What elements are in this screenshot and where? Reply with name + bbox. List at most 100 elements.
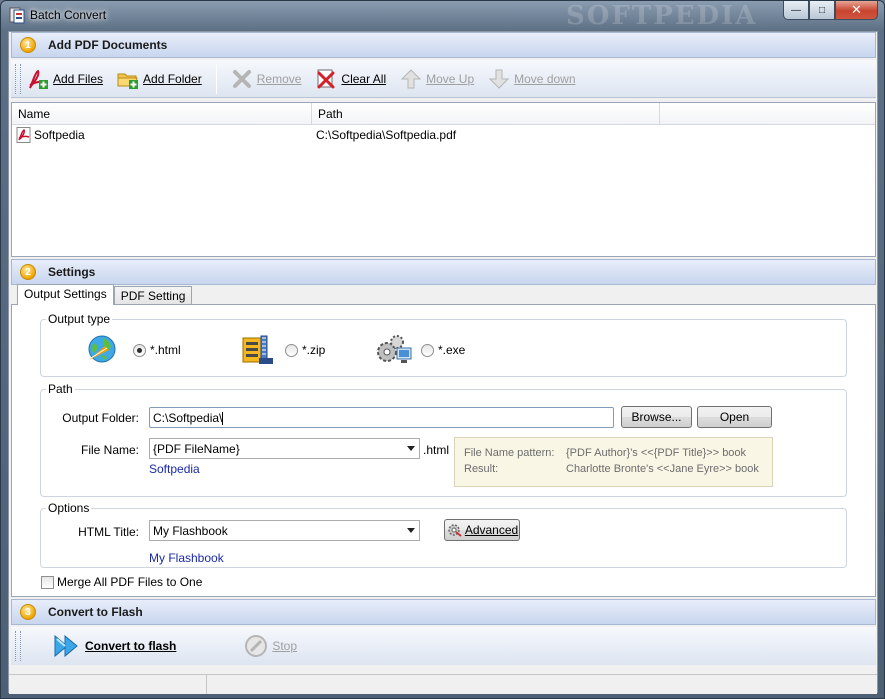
output-settings-panel: Output type *.html *.zip *.exe Path Outp… — [11, 304, 876, 597]
merge-checkbox[interactable]: Merge All PDF Files to One — [41, 575, 202, 589]
file-list[interactable]: Name Path Softpedia C:\Softpedia\Softped… — [11, 102, 876, 257]
status-pane — [9, 675, 207, 694]
section-settings-header: 2 Settings — [11, 259, 876, 285]
toolbar-grip[interactable] — [15, 631, 21, 661]
merge-checkbox-label: Merge All PDF Files to One — [57, 575, 203, 589]
file-name-select[interactable]: {PDF FileName} — [149, 438, 420, 459]
remove-label: Remove — [256, 71, 302, 86]
column-name[interactable]: Name — [12, 103, 312, 124]
radio-exe-label: *.exe — [438, 343, 466, 357]
file-name-label: File Name: — [80, 443, 139, 457]
minimize-icon: — — [791, 4, 801, 16]
move-down-button[interactable]: Move down — [482, 65, 581, 93]
add-files-button[interactable]: Add Files — [21, 65, 109, 93]
table-row[interactable]: Softpedia C:\Softpedia\Softpedia.pdf — [12, 125, 875, 145]
client-area: 1 Add PDF Documents Add Files Add Folder — [8, 31, 878, 694]
status-bar — [9, 674, 877, 694]
column-path[interactable]: Path — [312, 103, 660, 124]
section-title: Add PDF Documents — [48, 38, 168, 52]
chevron-down-icon[interactable] — [407, 446, 415, 451]
section-title: Settings — [48, 265, 96, 279]
advanced-button[interactable]: Advanced — [444, 519, 520, 541]
minimize-button[interactable]: — — [783, 1, 809, 20]
pdf-icon — [16, 127, 32, 143]
tab-output-settings[interactable]: Output Settings — [17, 284, 114, 305]
move-up-button[interactable]: Move Up — [394, 65, 480, 93]
exe-gears-icon — [375, 332, 413, 366]
app-window: Batch Convert SOFTPEDIA — □ ✕ 1 Add PDF … — [0, 0, 885, 699]
maximize-button[interactable]: □ — [809, 1, 835, 20]
output-type-label: Output type — [46, 312, 113, 326]
html-title-select[interactable]: My Flashbook — [149, 520, 420, 541]
clear-all-button[interactable]: Clear All — [309, 65, 392, 93]
options-label: Options — [46, 501, 92, 515]
add-folder-label: Add Folder — [143, 71, 202, 86]
step-badge-1: 1 — [20, 37, 36, 53]
radio-zip-label: *.zip — [302, 343, 326, 357]
radio-exe[interactable]: *.exe — [421, 343, 465, 357]
pdf-add-icon — [27, 68, 49, 90]
section-title: Convert to Flash — [48, 605, 143, 619]
remove-button[interactable]: Remove — [225, 65, 308, 93]
zip-archive-icon — [241, 332, 275, 366]
browse-button[interactable]: Browse... — [621, 406, 692, 428]
column-filler — [660, 103, 875, 124]
radio-html-label: *.html — [150, 343, 181, 357]
open-button[interactable]: Open — [697, 406, 772, 428]
close-icon: ✕ — [851, 2, 862, 17]
arrow-up-icon — [400, 68, 422, 90]
watermark: SOFTPEDIA — [566, 1, 758, 31]
file-list-header: Name Path — [12, 103, 875, 125]
clear-all-label: Clear All — [341, 71, 387, 86]
folder-add-icon — [117, 68, 139, 90]
add-files-label: Add Files — [53, 71, 104, 86]
html-title-label: HTML Title: — [78, 525, 139, 539]
html-title-value: My Flashbook — [153, 524, 228, 538]
title-bar[interactable]: Batch Convert SOFTPEDIA — □ ✕ — [1, 1, 884, 31]
result-label: Result: — [464, 463, 499, 475]
output-type-group: Output type *.html *.zip *.exe — [40, 312, 847, 377]
result-value: Charlotte Bronte's <<Jane Eyre>> book — [566, 463, 759, 475]
add-folder-button[interactable]: Add Folder — [111, 65, 208, 93]
stop-button[interactable]: Stop — [238, 632, 303, 660]
file-name-value: {PDF FileName} — [153, 442, 240, 456]
merge-checkbox-box[interactable] — [41, 575, 54, 589]
globe-html-icon — [85, 332, 121, 366]
pattern-label: File Name pattern: — [464, 447, 555, 459]
app-icon — [9, 7, 25, 24]
status-pane — [207, 675, 877, 694]
output-folder-value: C:\Softpedia\ — [153, 411, 223, 425]
radio-html[interactable]: *.html — [133, 343, 181, 357]
chevron-down-icon[interactable] — [407, 528, 415, 533]
radio-zip-indicator[interactable] — [285, 343, 298, 357]
clear-all-icon — [315, 68, 337, 90]
arrow-down-icon — [488, 68, 510, 90]
file-name-preview: Softpedia — [149, 462, 200, 476]
section-add-pdf-header: 1 Add PDF Documents — [11, 32, 876, 58]
window-title: Batch Convert — [30, 8, 107, 22]
convert-label: Convert to flash — [85, 639, 177, 653]
fast-forward-icon — [53, 634, 81, 658]
move-up-label: Move Up — [426, 71, 475, 86]
file-ext-label: .html — [423, 443, 450, 457]
radio-zip[interactable]: *.zip — [285, 343, 325, 357]
path-group: Path Output Folder: C:\Softpedia\ Browse… — [40, 382, 847, 497]
output-folder-label: Output Folder: — [62, 411, 139, 425]
toolbar-separator — [215, 63, 217, 94]
tab-pdf-setting[interactable]: PDF Setting — [113, 286, 193, 305]
step-badge-2: 2 — [20, 264, 36, 280]
stop-label: Stop — [272, 639, 298, 653]
file-name-cell: Softpedia — [34, 128, 85, 142]
file-path-cell: C:\Softpedia\Softpedia.pdf — [316, 128, 457, 142]
step-badge-3: 3 — [20, 604, 36, 620]
path-group-label: Path — [46, 382, 75, 396]
html-title-preview: My Flashbook — [149, 551, 224, 565]
maximize-icon: □ — [818, 4, 826, 16]
file-toolbar: Add Files Add Folder Remove Clear All Mo… — [11, 60, 876, 98]
radio-html-indicator[interactable] — [133, 343, 146, 357]
close-button[interactable]: ✕ — [835, 1, 878, 20]
convert-to-flash-button[interactable]: Convert to flash — [47, 632, 182, 660]
move-down-label: Move down — [514, 71, 576, 86]
output-folder-input[interactable]: C:\Softpedia\ — [149, 407, 614, 428]
radio-exe-indicator[interactable] — [421, 343, 434, 357]
